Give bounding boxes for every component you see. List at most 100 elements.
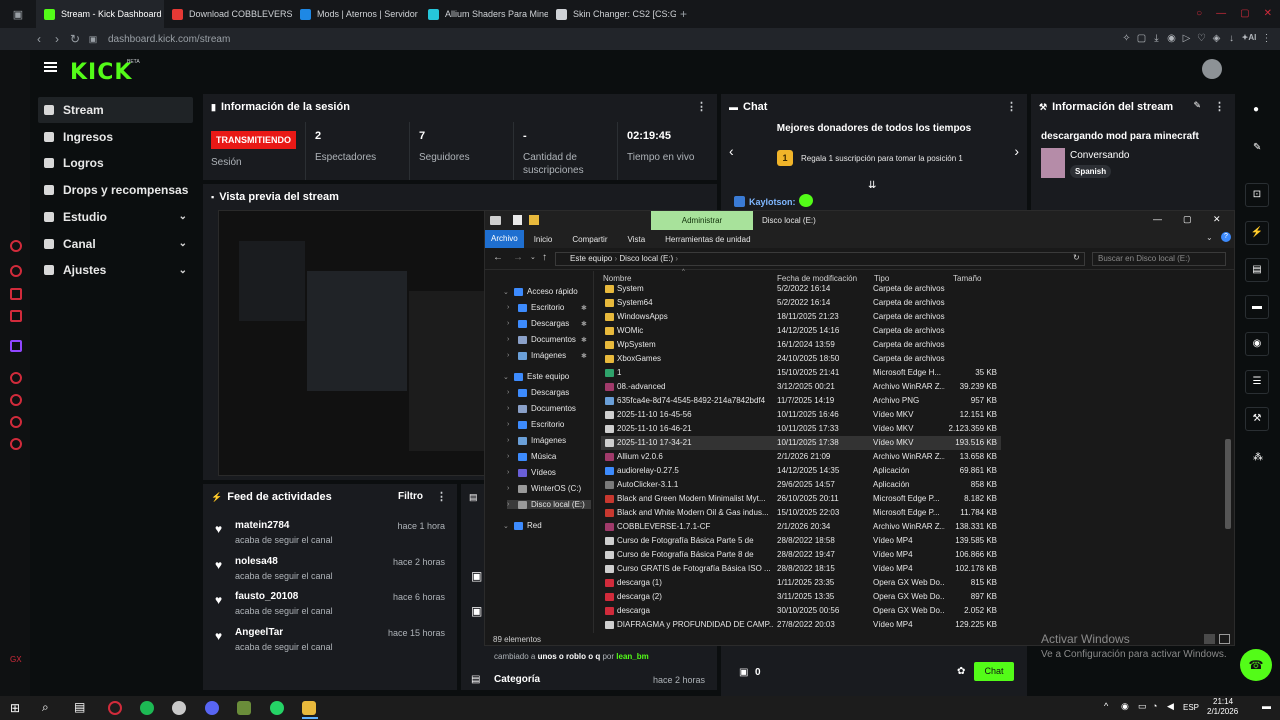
tree-item[interactable]: › Documentos bbox=[507, 335, 576, 344]
file-row[interactable]: Black and Green Modern Minimalist Myt...… bbox=[601, 492, 1001, 506]
player-icon[interactable] bbox=[10, 372, 22, 384]
task-view-icon[interactable]: ▤ bbox=[74, 700, 85, 714]
help-icon[interactable]: ? bbox=[1221, 232, 1231, 242]
gx-corner-icon[interactable]: GX bbox=[10, 655, 22, 664]
file-row[interactable]: WindowsApps 18/11/2025 21:23 Carpeta de ar… bbox=[601, 310, 1001, 324]
downloads-icon[interactable]: ↓ bbox=[1224, 33, 1239, 44]
save-icon[interactable]: ▢ bbox=[1134, 33, 1149, 44]
details-view-icon[interactable] bbox=[1204, 634, 1215, 644]
twitch-icon[interactable] bbox=[10, 340, 22, 352]
wifi-icon[interactable]: ◔ bbox=[1152, 701, 1157, 711]
browser-tab[interactable]: Stream - Kick Dashboard bbox=[36, 0, 164, 28]
start-icon[interactable]: ⊞ bbox=[10, 701, 20, 715]
sidebar-toggle-icon[interactable]: ▣ bbox=[0, 8, 36, 21]
tree-item[interactable]: ⌄ Acceso rápido bbox=[503, 287, 578, 296]
file-row[interactable]: Curso de Fotografía Básica Parte 5 de 28/… bbox=[601, 534, 1001, 548]
maximize-icon[interactable]: ▢ bbox=[1240, 8, 1249, 19]
sidebar-item-estudio[interactable]: Estudio ⌄ bbox=[38, 204, 193, 230]
quick-access-toolbar-icon[interactable] bbox=[513, 215, 522, 225]
file-row[interactable]: WOMic 14/12/2025 14:16 Carpeta de archivos bbox=[601, 324, 1001, 338]
file-row[interactable]: COBBLEVERSE-1.7.1-CF 2/1/2026 20:34 Archiv… bbox=[601, 520, 1001, 534]
lightning-icon[interactable]: ⚡ bbox=[1245, 221, 1269, 245]
chat-more-icon[interactable]: ⋮ bbox=[1006, 100, 1017, 113]
file-row[interactable]: descarga (1) 1/11/2025 23:35 Opera GX Web … bbox=[601, 576, 1001, 590]
admin-tab[interactable]: Administrar bbox=[651, 211, 753, 230]
clock-time[interactable]: 21:14 bbox=[1213, 697, 1233, 706]
nav-forward-icon[interactable]: → bbox=[513, 252, 523, 263]
tree-item[interactable]: › WinterOS (C:) bbox=[507, 484, 581, 493]
pin-icon[interactable]: ✱ bbox=[581, 352, 587, 360]
file-row[interactable]: Black and White Modern Oil & Gas indus..… bbox=[601, 506, 1001, 520]
file-row[interactable]: audiorelay-0.27.5 14/12/2025 14:35 Aplicac… bbox=[601, 464, 1001, 478]
clock-date[interactable]: 2/1/2026 bbox=[1207, 707, 1238, 716]
notifications-icon[interactable]: ▬ bbox=[1262, 701, 1271, 711]
nav-up-icon[interactable]: ↑ bbox=[542, 252, 547, 263]
whatsapp-taskbar-icon[interactable] bbox=[270, 701, 284, 715]
tree-item[interactable]: › Descargas bbox=[507, 388, 569, 397]
tree-expand-icon[interactable]: › bbox=[507, 336, 514, 343]
reload-icon[interactable]: ↻ bbox=[66, 32, 84, 46]
file-row[interactable]: 2025-11-10 16-45-56 10/11/2025 16:46 Vídeo… bbox=[601, 408, 1001, 422]
feed-username[interactable]: nolesa48 bbox=[235, 556, 278, 567]
settings-icon[interactable] bbox=[10, 438, 22, 450]
browser-tab[interactable]: Allium Shaders Para Mine bbox=[420, 0, 548, 28]
chat-username[interactable]: Kaylotson: bbox=[749, 197, 796, 207]
feed-username[interactable]: AngeelTar bbox=[235, 627, 283, 638]
file-row[interactable]: 635fca4e-8d74-4545-8492-214a7842bdf4 11/7… bbox=[601, 394, 1001, 408]
stream-preview-video[interactable] bbox=[218, 210, 488, 476]
tree-expand-icon[interactable]: › bbox=[507, 304, 514, 311]
monitor-icon[interactable]: ▭ bbox=[1138, 701, 1147, 712]
opera-gx-icon[interactable] bbox=[10, 240, 22, 252]
file-row[interactable]: Curso de Fotografía Básica Parte 8 de 28/… bbox=[601, 548, 1001, 562]
history-icon[interactable] bbox=[10, 394, 22, 406]
cube-icon[interactable]: ◈ bbox=[1209, 33, 1224, 44]
chevron-left-icon[interactable]: ‹ bbox=[729, 143, 734, 159]
ribbon-expand-icon[interactable]: ⌄ bbox=[1206, 233, 1213, 242]
back-icon[interactable]: ‹ bbox=[30, 32, 48, 46]
download-icon[interactable]: ⤓ bbox=[1149, 33, 1164, 44]
tray-app-icon[interactable]: ◉ bbox=[1121, 701, 1129, 712]
browser-tab[interactable]: Download COBBLEVERSE bbox=[164, 0, 292, 28]
explorer-minimize-icon[interactable]: — bbox=[1153, 214, 1162, 224]
tree-expand-icon[interactable]: ⌄ bbox=[503, 288, 510, 296]
sidebar-item-logros[interactable]: Logros bbox=[38, 150, 193, 176]
file-row[interactable]: AutoClicker-3.1.1 29/6/2025 14:57 Aplicaci… bbox=[601, 478, 1001, 492]
kick-logo[interactable]: KICK bbox=[70, 60, 132, 85]
tree-item[interactable]: ⌄ Este equipo bbox=[503, 372, 569, 381]
aria-icon[interactable] bbox=[10, 265, 22, 277]
filter-button[interactable]: Filtro bbox=[398, 491, 423, 502]
ribbon-tab[interactable]: Herramientas de unidad bbox=[655, 235, 760, 244]
pencil-icon[interactable]: ✎ bbox=[1253, 142, 1261, 153]
info-icon[interactable]: ● bbox=[1253, 104, 1259, 115]
tree-expand-icon[interactable]: › bbox=[507, 437, 514, 444]
avatar[interactable] bbox=[1202, 59, 1222, 79]
sidebar-item-stream[interactable]: Stream bbox=[38, 97, 193, 123]
file-row[interactable]: 2025-11-10 16-46-21 10/11/2025 17:33 Vídeo… bbox=[601, 422, 1001, 436]
menu-icon[interactable] bbox=[44, 62, 57, 72]
url-input[interactable]: dashboard.kick.com/stream bbox=[108, 34, 230, 45]
tools-icon[interactable]: ⚒ bbox=[1245, 407, 1269, 431]
focus-icon[interactable]: ⊡ bbox=[1245, 183, 1269, 207]
tree-item[interactable]: › Escritorio bbox=[507, 303, 564, 312]
ribbon-tab[interactable]: Inicio bbox=[524, 235, 563, 244]
sidebar-item-canal[interactable]: Canal ⌄ bbox=[38, 231, 193, 257]
file-row[interactable]: DIAFRAGMA y PROFUNDIDAD DE CAMP... 27/8/2… bbox=[601, 618, 1001, 632]
scrollbar[interactable] bbox=[1225, 439, 1231, 529]
feed-username[interactable]: matein2784 bbox=[235, 520, 289, 531]
tree-expand-icon[interactable]: ⌄ bbox=[503, 522, 510, 530]
play-icon[interactable]: ▷ bbox=[1179, 33, 1194, 44]
folder-toolbar-icon[interactable] bbox=[529, 215, 539, 225]
search-taskbar-icon[interactable]: ⌕ bbox=[42, 700, 49, 715]
sidebar-item-ajustes[interactable]: Ajustes ⌄ bbox=[38, 257, 193, 283]
layers-icon[interactable]: ☰ bbox=[1245, 370, 1269, 394]
volume-icon[interactable]: ◀ bbox=[1167, 701, 1174, 712]
explorer-maximize-icon[interactable]: ▢ bbox=[1183, 214, 1192, 225]
file-row[interactable]: 08.-advanced 3/12/2025 00:21 Archivo WinRA… bbox=[601, 380, 1001, 394]
chevron-right-icon[interactable]: › bbox=[1014, 143, 1019, 159]
list-icon[interactable]: ▤ bbox=[1245, 258, 1269, 282]
browser-tab[interactable]: Mods | Aternos | Servidor bbox=[292, 0, 420, 28]
file-row[interactable]: System 5/2/2022 16:14 Carpeta de archivos bbox=[601, 282, 1001, 296]
tree-expand-icon[interactable]: › bbox=[507, 485, 514, 492]
discord-taskbar-icon[interactable] bbox=[205, 701, 219, 715]
ribbon-tab[interactable]: Vista bbox=[618, 235, 656, 244]
